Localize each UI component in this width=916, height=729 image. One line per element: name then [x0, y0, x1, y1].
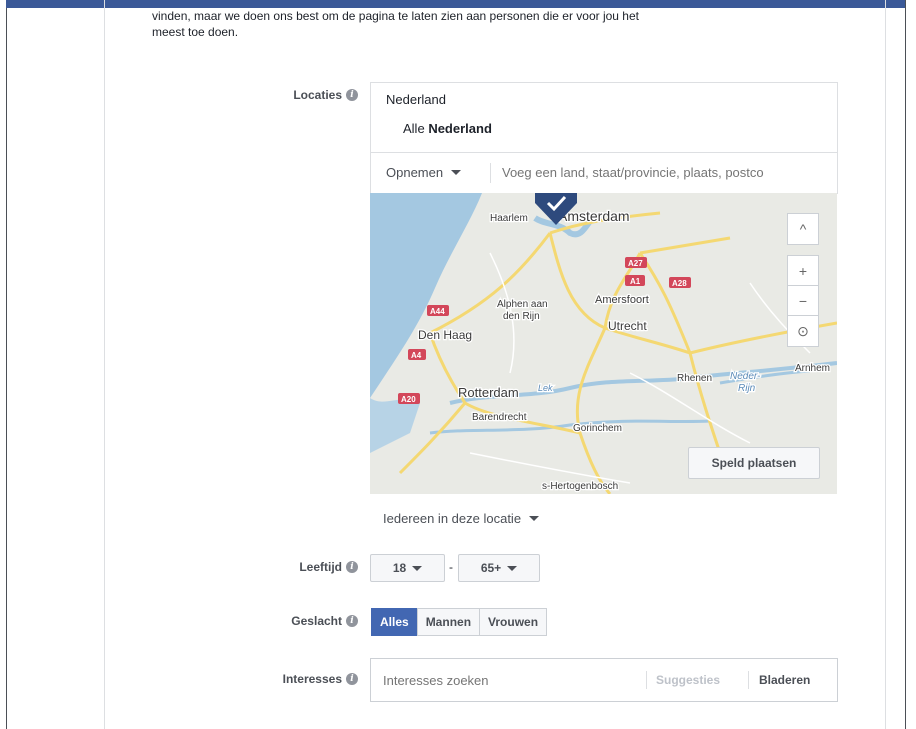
divider: [490, 163, 491, 183]
map-label-rhenen: Rhenen: [677, 373, 712, 384]
location-country: Nederland: [386, 92, 446, 107]
locate-button[interactable]: ⊙: [787, 315, 819, 347]
intro-line-1: vinden, maar we doen ons best om de pagi…: [152, 9, 639, 23]
map-label-alphen-2: den Rijn: [503, 311, 540, 322]
gender-option-all[interactable]: Alles: [371, 608, 418, 636]
map-label-den-bosch: s-Hertogenbosch: [542, 481, 618, 492]
suggestions-link[interactable]: Suggesties: [656, 673, 720, 687]
map-label-arnhem: Arnhem: [795, 363, 830, 374]
age-min-value: 18: [392, 561, 407, 575]
map-label-haarlem: Haarlem: [490, 213, 528, 224]
gender-label-text: Geslacht: [291, 614, 342, 628]
audience-dropdown[interactable]: Iedereen in deze locatie: [383, 511, 540, 526]
age-label: Leeftijd i: [299, 560, 358, 574]
locations-label-text: Locaties: [293, 88, 342, 102]
info-icon[interactable]: i: [346, 561, 358, 573]
locations-label: Locaties i: [293, 88, 358, 102]
map-collapse-button[interactable]: ^: [787, 213, 819, 245]
include-dropdown[interactable]: Opnemen: [386, 165, 462, 180]
location-map[interactable]: A27 A1 A28 A44 A4 A20 Haarlem Amsterdam …: [370, 193, 837, 494]
age-max-select[interactable]: 65+: [458, 554, 540, 582]
left-frame: [0, 0, 7, 729]
age-label-text: Leeftijd: [299, 560, 342, 574]
interests-search-input[interactable]: [383, 673, 643, 688]
age-max-value: 65+: [480, 561, 502, 575]
caret-down-icon: [451, 170, 462, 175]
gender-option-women[interactable]: Vrouwen: [479, 608, 548, 636]
location-search-input[interactable]: [502, 165, 832, 180]
map-label-utrecht: Utrecht: [608, 319, 647, 333]
map-label-rotterdam: Rotterdam: [458, 385, 519, 400]
map-label-amersfoort: Amersfoort: [595, 294, 649, 306]
intro-line-2: meest toe doen.: [152, 25, 239, 39]
info-icon[interactable]: i: [346, 89, 358, 101]
map-label-alphen: Alphen aan: [497, 299, 548, 310]
gender-toggle: Alles Mannen Vrouwen: [371, 608, 548, 636]
road-label-a28: A28: [672, 279, 687, 288]
road-label-a4: A4: [411, 351, 422, 360]
zoom-out-button[interactable]: −: [787, 285, 819, 316]
caret-down-icon: [412, 565, 423, 571]
map-label-neder: Neder-: [730, 371, 761, 382]
caret-down-icon: [529, 516, 540, 521]
interests-label-text: Interesses: [282, 672, 342, 686]
location-search-bar: Opnemen: [370, 152, 838, 194]
map-label-barendrecht: Barendrecht: [472, 412, 527, 423]
road-label-a27: A27: [628, 259, 643, 268]
interests-box: Suggesties Bladeren: [370, 658, 838, 702]
road-label-a20: A20: [401, 395, 416, 404]
chevron-up-icon: ^: [799, 221, 807, 237]
audience-dropdown-label: Iedereen in deze locatie: [383, 511, 522, 526]
drop-pin-button[interactable]: Speld plaatsen: [688, 447, 820, 479]
interests-label: Interesses i: [283, 672, 358, 686]
gender-label: Geslacht i: [291, 614, 358, 628]
divider: [646, 671, 647, 689]
info-icon[interactable]: i: [346, 615, 358, 627]
location-all-prefix: Alle: [403, 121, 425, 136]
age-separator: -: [449, 560, 453, 574]
browse-link[interactable]: Bladeren: [759, 673, 810, 687]
road-label-a44: A44: [430, 307, 445, 316]
road-label-a1: A1: [630, 277, 641, 286]
intro-text: vinden, maar we doen ons best om de pagi…: [152, 8, 852, 40]
location-all-name: Nederland: [428, 121, 492, 136]
map-label-rijn: Rijn: [738, 383, 756, 394]
location-all-item[interactable]: Alle Nederland: [403, 121, 492, 136]
map-label-den-haag: Den Haag: [418, 328, 472, 342]
selected-locations: Nederland Alle Nederland: [370, 82, 838, 153]
divider: [748, 671, 749, 689]
target-icon: ⊙: [797, 323, 809, 339]
age-min-select[interactable]: 18: [370, 554, 445, 582]
include-dropdown-label: Opnemen: [386, 165, 444, 180]
map-label-lek: Lek: [538, 383, 553, 393]
plus-icon: +: [798, 263, 808, 279]
map-label-gorinchem: Gorinchem: [573, 423, 622, 434]
info-icon[interactable]: i: [346, 673, 358, 685]
minus-icon: −: [798, 293, 808, 309]
gender-option-men[interactable]: Mannen: [416, 608, 481, 636]
zoom-in-button[interactable]: +: [787, 255, 819, 286]
caret-down-icon: [507, 565, 518, 571]
right-frame: [905, 0, 916, 729]
